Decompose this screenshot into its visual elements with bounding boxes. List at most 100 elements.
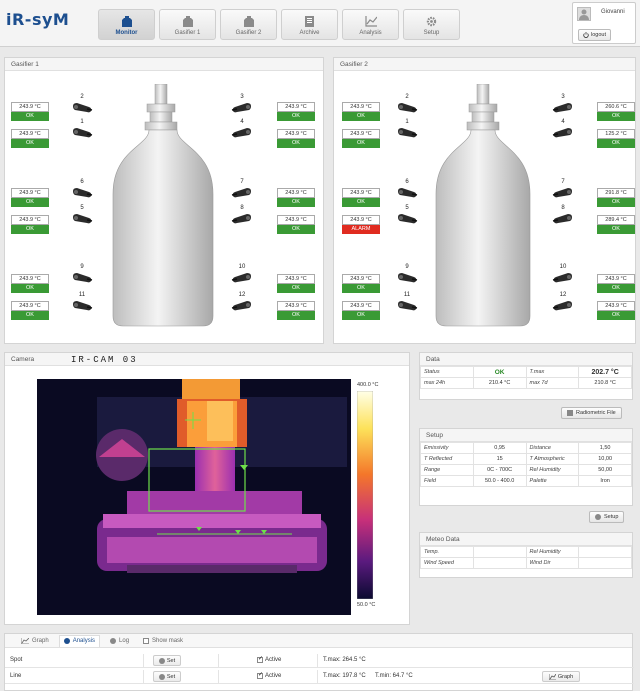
- sensor-status: OK: [11, 284, 49, 293]
- thermocouple-icon: [552, 273, 572, 283]
- sensor-temperature: 243.9 °C: [342, 102, 380, 112]
- spot-row: Spot Set Active T.max: 264.5 °C: [5, 654, 634, 668]
- sensor-status: OK: [277, 112, 315, 121]
- thermocouple-icon: [398, 273, 418, 283]
- sensor-status: OK: [597, 198, 635, 207]
- tab-analysis[interactable]: Analysis: [58, 634, 101, 647]
- sensor-5[interactable]: 243.9 °C ALARM: [342, 215, 380, 234]
- tab-graph-label: Graph: [32, 637, 49, 644]
- setup-button-label: Setup: [604, 514, 619, 520]
- sensor-1[interactable]: 243.9 °C OK: [11, 129, 49, 148]
- sensor-3[interactable]: 260.6 °C OK: [597, 102, 635, 121]
- nav-gasifier-2[interactable]: Gasifier 2: [220, 9, 277, 40]
- thermocouple-number: 12: [559, 292, 567, 298]
- kv-row: Emissivity 0,95 Distance 1,50: [420, 442, 632, 454]
- sensor-10[interactable]: 243.9 °C OK: [277, 274, 315, 293]
- sensor-4[interactable]: 243.9 °C OK: [277, 129, 315, 148]
- sensor-10[interactable]: 243.9 °C OK: [597, 274, 635, 293]
- tab-graph[interactable]: Graph: [17, 635, 53, 647]
- sensor-temperature: 243.9 °C: [342, 274, 380, 284]
- radiometric-file-button[interactable]: Radiometric File: [561, 407, 622, 419]
- analysis-tabs: Graph Analysis Log Show mask: [5, 634, 632, 648]
- sensor-8[interactable]: 243.9 °C OK: [277, 215, 315, 234]
- show-mask-toggle[interactable]: Show mask: [139, 635, 187, 647]
- sensor-1[interactable]: 243.9 °C OK: [342, 129, 380, 148]
- thermocouple-number: 2: [405, 94, 409, 100]
- thermocouple-number: 10: [238, 264, 246, 270]
- setup-panel: Setup Emissivity 0,95 Distance 1,50 T Reflec…: [419, 428, 633, 506]
- sensor-2[interactable]: 243.9 °C OK: [11, 102, 49, 121]
- sensor-temperature: 243.9 °C: [11, 188, 49, 198]
- sensor-2[interactable]: 243.9 °C OK: [342, 102, 380, 121]
- thermocouple-number: 5: [80, 205, 84, 211]
- spot-active[interactable]: Active: [257, 655, 281, 663]
- data-panel: Data Status OK T.max 202.7 °C max 24h 21…: [419, 352, 633, 400]
- sensor-8[interactable]: 289.4 °C OK: [597, 215, 635, 234]
- line-active-label: Active: [265, 673, 282, 679]
- gasifier-1-title: Gasifier 1: [5, 58, 323, 71]
- thermocouple-number: 9: [405, 264, 409, 270]
- thermocouple-number: 12: [238, 292, 246, 298]
- nav-monitor[interactable]: Monitor: [98, 9, 155, 40]
- thermocouple-number: 4: [561, 119, 565, 125]
- thermal-image[interactable]: [37, 379, 351, 615]
- line-tmin: T.min: 64.7 °C: [375, 673, 413, 679]
- tab-log[interactable]: Log: [106, 635, 133, 647]
- nav-setup[interactable]: Setup: [403, 9, 460, 40]
- data-title: Data: [420, 353, 632, 366]
- thermocouple-number: 4: [240, 119, 244, 125]
- sensor-11[interactable]: 243.9 °C OK: [11, 301, 49, 320]
- user-name: Giovanni: [601, 9, 625, 15]
- line-set-button[interactable]: Set: [153, 671, 181, 682]
- spot-active-checkbox[interactable]: [257, 655, 263, 663]
- camera-title: Camera: [5, 353, 409, 366]
- thermocouple-number: 6: [405, 179, 409, 185]
- setup-button[interactable]: Setup: [589, 511, 625, 523]
- app-header: iR-syM Monitor Gasifier 1 Gasifier 2 Arc…: [0, 0, 640, 47]
- line-active-checkbox[interactable]: [257, 671, 263, 679]
- sensor-status: OK: [342, 139, 380, 148]
- line-graph-button[interactable]: Graph: [542, 671, 580, 682]
- field-label: Rel Humidity: [525, 464, 580, 476]
- nav-archive[interactable]: Archive: [281, 9, 338, 40]
- field-label: Temp.: [420, 546, 474, 558]
- sensor-12[interactable]: 243.9 °C OK: [277, 301, 315, 320]
- sensor-7[interactable]: 291.8 °C OK: [597, 188, 635, 207]
- gasifier-icon: [243, 16, 254, 27]
- sensor-3[interactable]: 243.9 °C OK: [277, 102, 315, 121]
- temperature-scale: [357, 391, 373, 599]
- sensor-4[interactable]: 125.2 °C OK: [597, 129, 635, 148]
- sensor-9[interactable]: 243.9 °C OK: [342, 274, 380, 293]
- sensor-9[interactable]: 243.9 °C OK: [11, 274, 49, 293]
- sensor-status: OK: [277, 311, 315, 320]
- thermocouple-icon: [552, 103, 572, 113]
- thermocouple-number: 2: [80, 94, 84, 100]
- sensor-5[interactable]: 243.9 °C OK: [11, 215, 49, 234]
- field-label: Range: [420, 464, 474, 476]
- spot-set-label: Set: [166, 657, 176, 664]
- nav-analysis[interactable]: Analysis: [342, 9, 399, 40]
- camera-name: IR-CAM 03: [71, 355, 138, 365]
- sensor-temperature: 289.4 °C: [597, 215, 635, 225]
- sensor-11[interactable]: 243.9 °C OK: [342, 301, 380, 320]
- thermocouple-number: 6: [80, 179, 84, 185]
- logout-button[interactable]: logout: [578, 29, 611, 41]
- sensor-status: OK: [342, 284, 380, 293]
- line-tmax: T.max: 197.8 °C: [323, 673, 366, 679]
- sensor-7[interactable]: 243.9 °C OK: [277, 188, 315, 207]
- thermocouple-icon: [231, 214, 251, 224]
- max24-label: max 24h: [420, 377, 474, 389]
- nav-gasifier-1[interactable]: Gasifier 1: [159, 9, 216, 40]
- line-active[interactable]: Active: [257, 671, 282, 679]
- sensor-temperature: 243.9 °C: [342, 301, 380, 311]
- sensor-12[interactable]: 243.9 °C OK: [597, 301, 635, 320]
- spot-set-button[interactable]: Set: [153, 655, 181, 666]
- data-table: Status OK T.max 202.7 °C max 24h 210.4 °…: [420, 366, 632, 389]
- sensor-6[interactable]: 243.9 °C OK: [342, 188, 380, 207]
- thermocouple-icon: [398, 214, 418, 224]
- show-mask-checkbox[interactable]: [143, 637, 150, 644]
- gasifier-icon: [182, 16, 193, 27]
- tmax-label: T.max: [525, 366, 580, 378]
- sensor-6[interactable]: 243.9 °C OK: [11, 188, 49, 207]
- field-value: 0C - 700C: [472, 464, 527, 476]
